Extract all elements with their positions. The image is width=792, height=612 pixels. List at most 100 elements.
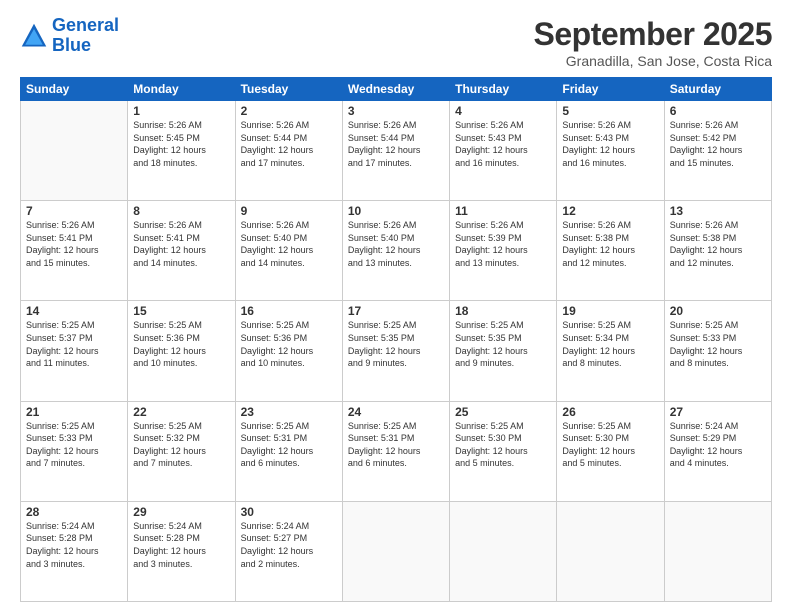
day-number: 9 xyxy=(241,204,337,218)
title-block: September 2025 Granadilla, San Jose, Cos… xyxy=(534,16,772,69)
calendar-cell: 28Sunrise: 5:24 AM Sunset: 5:28 PM Dayli… xyxy=(21,501,128,601)
calendar-cell: 9Sunrise: 5:26 AM Sunset: 5:40 PM Daylig… xyxy=(235,201,342,301)
calendar-cell: 20Sunrise: 5:25 AM Sunset: 5:33 PM Dayli… xyxy=(664,301,771,401)
calendar-cell xyxy=(557,501,664,601)
week-row-3: 21Sunrise: 5:25 AM Sunset: 5:33 PM Dayli… xyxy=(21,401,772,501)
logo: General Blue xyxy=(20,16,119,56)
calendar-cell xyxy=(450,501,557,601)
day-number: 13 xyxy=(670,204,766,218)
day-number: 17 xyxy=(348,304,444,318)
day-info: Sunrise: 5:26 AM Sunset: 5:38 PM Dayligh… xyxy=(670,219,766,269)
page: General Blue September 2025 Granadilla, … xyxy=(0,0,792,612)
day-info: Sunrise: 5:24 AM Sunset: 5:28 PM Dayligh… xyxy=(26,520,122,570)
day-info: Sunrise: 5:25 AM Sunset: 5:33 PM Dayligh… xyxy=(670,319,766,369)
day-info: Sunrise: 5:25 AM Sunset: 5:30 PM Dayligh… xyxy=(455,420,551,470)
day-info: Sunrise: 5:26 AM Sunset: 5:44 PM Dayligh… xyxy=(241,119,337,169)
header: General Blue September 2025 Granadilla, … xyxy=(20,16,772,69)
calendar-cell: 19Sunrise: 5:25 AM Sunset: 5:34 PM Dayli… xyxy=(557,301,664,401)
weekday-header-saturday: Saturday xyxy=(664,78,771,101)
day-number: 7 xyxy=(26,204,122,218)
calendar-cell: 21Sunrise: 5:25 AM Sunset: 5:33 PM Dayli… xyxy=(21,401,128,501)
day-info: Sunrise: 5:26 AM Sunset: 5:44 PM Dayligh… xyxy=(348,119,444,169)
calendar-table: SundayMondayTuesdayWednesdayThursdayFrid… xyxy=(20,77,772,602)
day-info: Sunrise: 5:25 AM Sunset: 5:35 PM Dayligh… xyxy=(455,319,551,369)
day-info: Sunrise: 5:25 AM Sunset: 5:32 PM Dayligh… xyxy=(133,420,229,470)
calendar-cell xyxy=(342,501,449,601)
day-number: 20 xyxy=(670,304,766,318)
week-row-2: 14Sunrise: 5:25 AM Sunset: 5:37 PM Dayli… xyxy=(21,301,772,401)
day-info: Sunrise: 5:26 AM Sunset: 5:45 PM Dayligh… xyxy=(133,119,229,169)
day-info: Sunrise: 5:26 AM Sunset: 5:39 PM Dayligh… xyxy=(455,219,551,269)
day-number: 19 xyxy=(562,304,658,318)
day-info: Sunrise: 5:25 AM Sunset: 5:36 PM Dayligh… xyxy=(241,319,337,369)
day-info: Sunrise: 5:26 AM Sunset: 5:43 PM Dayligh… xyxy=(562,119,658,169)
calendar-cell: 26Sunrise: 5:25 AM Sunset: 5:30 PM Dayli… xyxy=(557,401,664,501)
day-info: Sunrise: 5:25 AM Sunset: 5:30 PM Dayligh… xyxy=(562,420,658,470)
day-info: Sunrise: 5:24 AM Sunset: 5:27 PM Dayligh… xyxy=(241,520,337,570)
calendar-cell: 17Sunrise: 5:25 AM Sunset: 5:35 PM Dayli… xyxy=(342,301,449,401)
day-number: 16 xyxy=(241,304,337,318)
calendar-cell: 8Sunrise: 5:26 AM Sunset: 5:41 PM Daylig… xyxy=(128,201,235,301)
calendar-cell: 14Sunrise: 5:25 AM Sunset: 5:37 PM Dayli… xyxy=(21,301,128,401)
day-number: 15 xyxy=(133,304,229,318)
calendar-cell: 29Sunrise: 5:24 AM Sunset: 5:28 PM Dayli… xyxy=(128,501,235,601)
week-row-0: 1Sunrise: 5:26 AM Sunset: 5:45 PM Daylig… xyxy=(21,101,772,201)
calendar-cell: 10Sunrise: 5:26 AM Sunset: 5:40 PM Dayli… xyxy=(342,201,449,301)
day-number: 18 xyxy=(455,304,551,318)
day-number: 25 xyxy=(455,405,551,419)
calendar-cell: 22Sunrise: 5:25 AM Sunset: 5:32 PM Dayli… xyxy=(128,401,235,501)
calendar-cell: 3Sunrise: 5:26 AM Sunset: 5:44 PM Daylig… xyxy=(342,101,449,201)
logo-line2: Blue xyxy=(52,35,91,55)
calendar-cell: 25Sunrise: 5:25 AM Sunset: 5:30 PM Dayli… xyxy=(450,401,557,501)
day-info: Sunrise: 5:25 AM Sunset: 5:31 PM Dayligh… xyxy=(241,420,337,470)
calendar-cell: 7Sunrise: 5:26 AM Sunset: 5:41 PM Daylig… xyxy=(21,201,128,301)
calendar-cell: 12Sunrise: 5:26 AM Sunset: 5:38 PM Dayli… xyxy=(557,201,664,301)
day-info: Sunrise: 5:24 AM Sunset: 5:28 PM Dayligh… xyxy=(133,520,229,570)
weekday-header-monday: Monday xyxy=(128,78,235,101)
weekday-header-wednesday: Wednesday xyxy=(342,78,449,101)
day-number: 10 xyxy=(348,204,444,218)
day-info: Sunrise: 5:26 AM Sunset: 5:41 PM Dayligh… xyxy=(133,219,229,269)
day-info: Sunrise: 5:26 AM Sunset: 5:38 PM Dayligh… xyxy=(562,219,658,269)
calendar-cell: 4Sunrise: 5:26 AM Sunset: 5:43 PM Daylig… xyxy=(450,101,557,201)
calendar-cell: 13Sunrise: 5:26 AM Sunset: 5:38 PM Dayli… xyxy=(664,201,771,301)
calendar-cell: 11Sunrise: 5:26 AM Sunset: 5:39 PM Dayli… xyxy=(450,201,557,301)
calendar-cell: 24Sunrise: 5:25 AM Sunset: 5:31 PM Dayli… xyxy=(342,401,449,501)
calendar-cell xyxy=(21,101,128,201)
day-number: 5 xyxy=(562,104,658,118)
day-number: 23 xyxy=(241,405,337,419)
day-number: 3 xyxy=(348,104,444,118)
day-info: Sunrise: 5:26 AM Sunset: 5:43 PM Dayligh… xyxy=(455,119,551,169)
weekday-header-friday: Friday xyxy=(557,78,664,101)
logo-line1: General xyxy=(52,15,119,35)
day-number: 12 xyxy=(562,204,658,218)
day-number: 2 xyxy=(241,104,337,118)
day-info: Sunrise: 5:26 AM Sunset: 5:40 PM Dayligh… xyxy=(241,219,337,269)
day-number: 14 xyxy=(26,304,122,318)
day-info: Sunrise: 5:25 AM Sunset: 5:35 PM Dayligh… xyxy=(348,319,444,369)
day-info: Sunrise: 5:26 AM Sunset: 5:42 PM Dayligh… xyxy=(670,119,766,169)
month-title: September 2025 xyxy=(534,16,772,53)
logo-text: General Blue xyxy=(52,16,119,56)
day-number: 6 xyxy=(670,104,766,118)
day-number: 29 xyxy=(133,505,229,519)
day-number: 11 xyxy=(455,204,551,218)
day-number: 4 xyxy=(455,104,551,118)
weekday-header-sunday: Sunday xyxy=(21,78,128,101)
weekday-header-tuesday: Tuesday xyxy=(235,78,342,101)
calendar-cell: 30Sunrise: 5:24 AM Sunset: 5:27 PM Dayli… xyxy=(235,501,342,601)
calendar-cell: 15Sunrise: 5:25 AM Sunset: 5:36 PM Dayli… xyxy=(128,301,235,401)
day-number: 26 xyxy=(562,405,658,419)
day-info: Sunrise: 5:25 AM Sunset: 5:31 PM Dayligh… xyxy=(348,420,444,470)
day-info: Sunrise: 5:25 AM Sunset: 5:36 PM Dayligh… xyxy=(133,319,229,369)
calendar-cell: 16Sunrise: 5:25 AM Sunset: 5:36 PM Dayli… xyxy=(235,301,342,401)
day-number: 28 xyxy=(26,505,122,519)
calendar-cell: 18Sunrise: 5:25 AM Sunset: 5:35 PM Dayli… xyxy=(450,301,557,401)
day-info: Sunrise: 5:26 AM Sunset: 5:41 PM Dayligh… xyxy=(26,219,122,269)
day-number: 27 xyxy=(670,405,766,419)
calendar-cell: 27Sunrise: 5:24 AM Sunset: 5:29 PM Dayli… xyxy=(664,401,771,501)
week-row-1: 7Sunrise: 5:26 AM Sunset: 5:41 PM Daylig… xyxy=(21,201,772,301)
calendar-cell xyxy=(664,501,771,601)
day-info: Sunrise: 5:25 AM Sunset: 5:37 PM Dayligh… xyxy=(26,319,122,369)
day-info: Sunrise: 5:24 AM Sunset: 5:29 PM Dayligh… xyxy=(670,420,766,470)
